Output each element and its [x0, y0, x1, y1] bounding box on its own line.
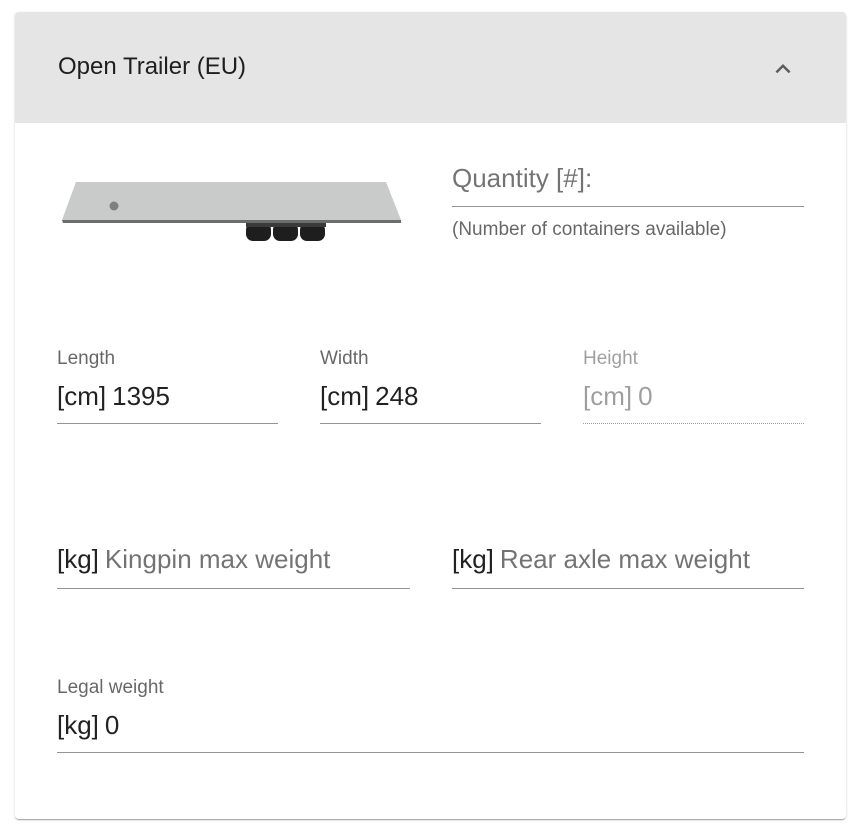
height-label: Height — [583, 348, 638, 369]
height-value: 0 — [638, 381, 653, 411]
height-unit-prefix: [cm] — [583, 381, 633, 411]
quantity-input[interactable]: Quantity [#]: — [452, 162, 592, 194]
rear-axle-placeholder: Rear axle max weight — [499, 544, 750, 574]
rear-axle-unit-prefix: [kg] — [452, 544, 494, 574]
quantity-placeholder: Quantity [#]: — [452, 163, 593, 193]
length-underline — [57, 423, 278, 424]
kingpin-underline — [57, 588, 410, 589]
legal-weight-input[interactable]: [kg] 0 — [57, 709, 119, 741]
width-field[interactable]: Width [cm] 248 — [320, 348, 541, 426]
width-unit-prefix: [cm] — [320, 381, 370, 411]
trailer-image — [62, 182, 401, 241]
legal-weight-field[interactable]: Legal weight [kg] 0 — [57, 677, 804, 755]
length-field[interactable]: Length [cm] 1395 — [57, 348, 278, 426]
kingpin-placeholder: Kingpin max weight — [104, 544, 331, 574]
trailer-card: Open Trailer (EU) Quantity [#]: (Number … — [15, 12, 846, 819]
legal-weight-value: 0 — [104, 710, 120, 740]
quantity-field[interactable]: Quantity [#]: (Number of containers avai… — [452, 162, 804, 252]
kingpin-unit-prefix: [kg] — [57, 544, 99, 574]
height-input: [cm] 0 — [583, 380, 653, 412]
kingpin-marker — [109, 201, 119, 211]
legal-weight-underline — [57, 752, 804, 753]
rear-axle-weight-input[interactable]: [kg] Rear axle max weight — [452, 543, 750, 575]
width-input[interactable]: [cm] 248 — [320, 380, 419, 412]
chevron-up-icon[interactable] — [768, 54, 798, 84]
trailer-deck — [62, 182, 401, 220]
rear-axle-weight-field[interactable]: [kg] Rear axle max weight — [452, 543, 804, 591]
length-value: 1395 — [112, 381, 170, 411]
trailer-wheels — [246, 223, 326, 241]
legal-weight-unit-prefix: [kg] — [57, 710, 99, 740]
kingpin-weight-field[interactable]: [kg] Kingpin max weight — [57, 543, 410, 591]
width-label: Width — [320, 348, 369, 369]
panel-title: Open Trailer (EU) — [58, 53, 247, 80]
height-underline — [583, 423, 804, 424]
legal-weight-label: Legal weight — [57, 677, 164, 698]
kingpin-weight-input[interactable]: [kg] Kingpin max weight — [57, 543, 330, 575]
panel-header[interactable]: Open Trailer (EU) — [15, 12, 846, 123]
width-underline — [320, 423, 541, 424]
rear-axle-underline — [452, 588, 804, 589]
length-label: Length — [57, 348, 116, 369]
quantity-hint: (Number of containers available) — [452, 219, 727, 240]
width-value: 248 — [375, 381, 419, 411]
length-unit-prefix: [cm] — [57, 381, 107, 411]
axle — [246, 223, 326, 227]
trailer-deck-edge — [62, 220, 401, 223]
length-input[interactable]: [cm] 1395 — [57, 380, 170, 412]
quantity-underline — [452, 206, 804, 207]
height-field: Height [cm] 0 — [583, 348, 804, 426]
